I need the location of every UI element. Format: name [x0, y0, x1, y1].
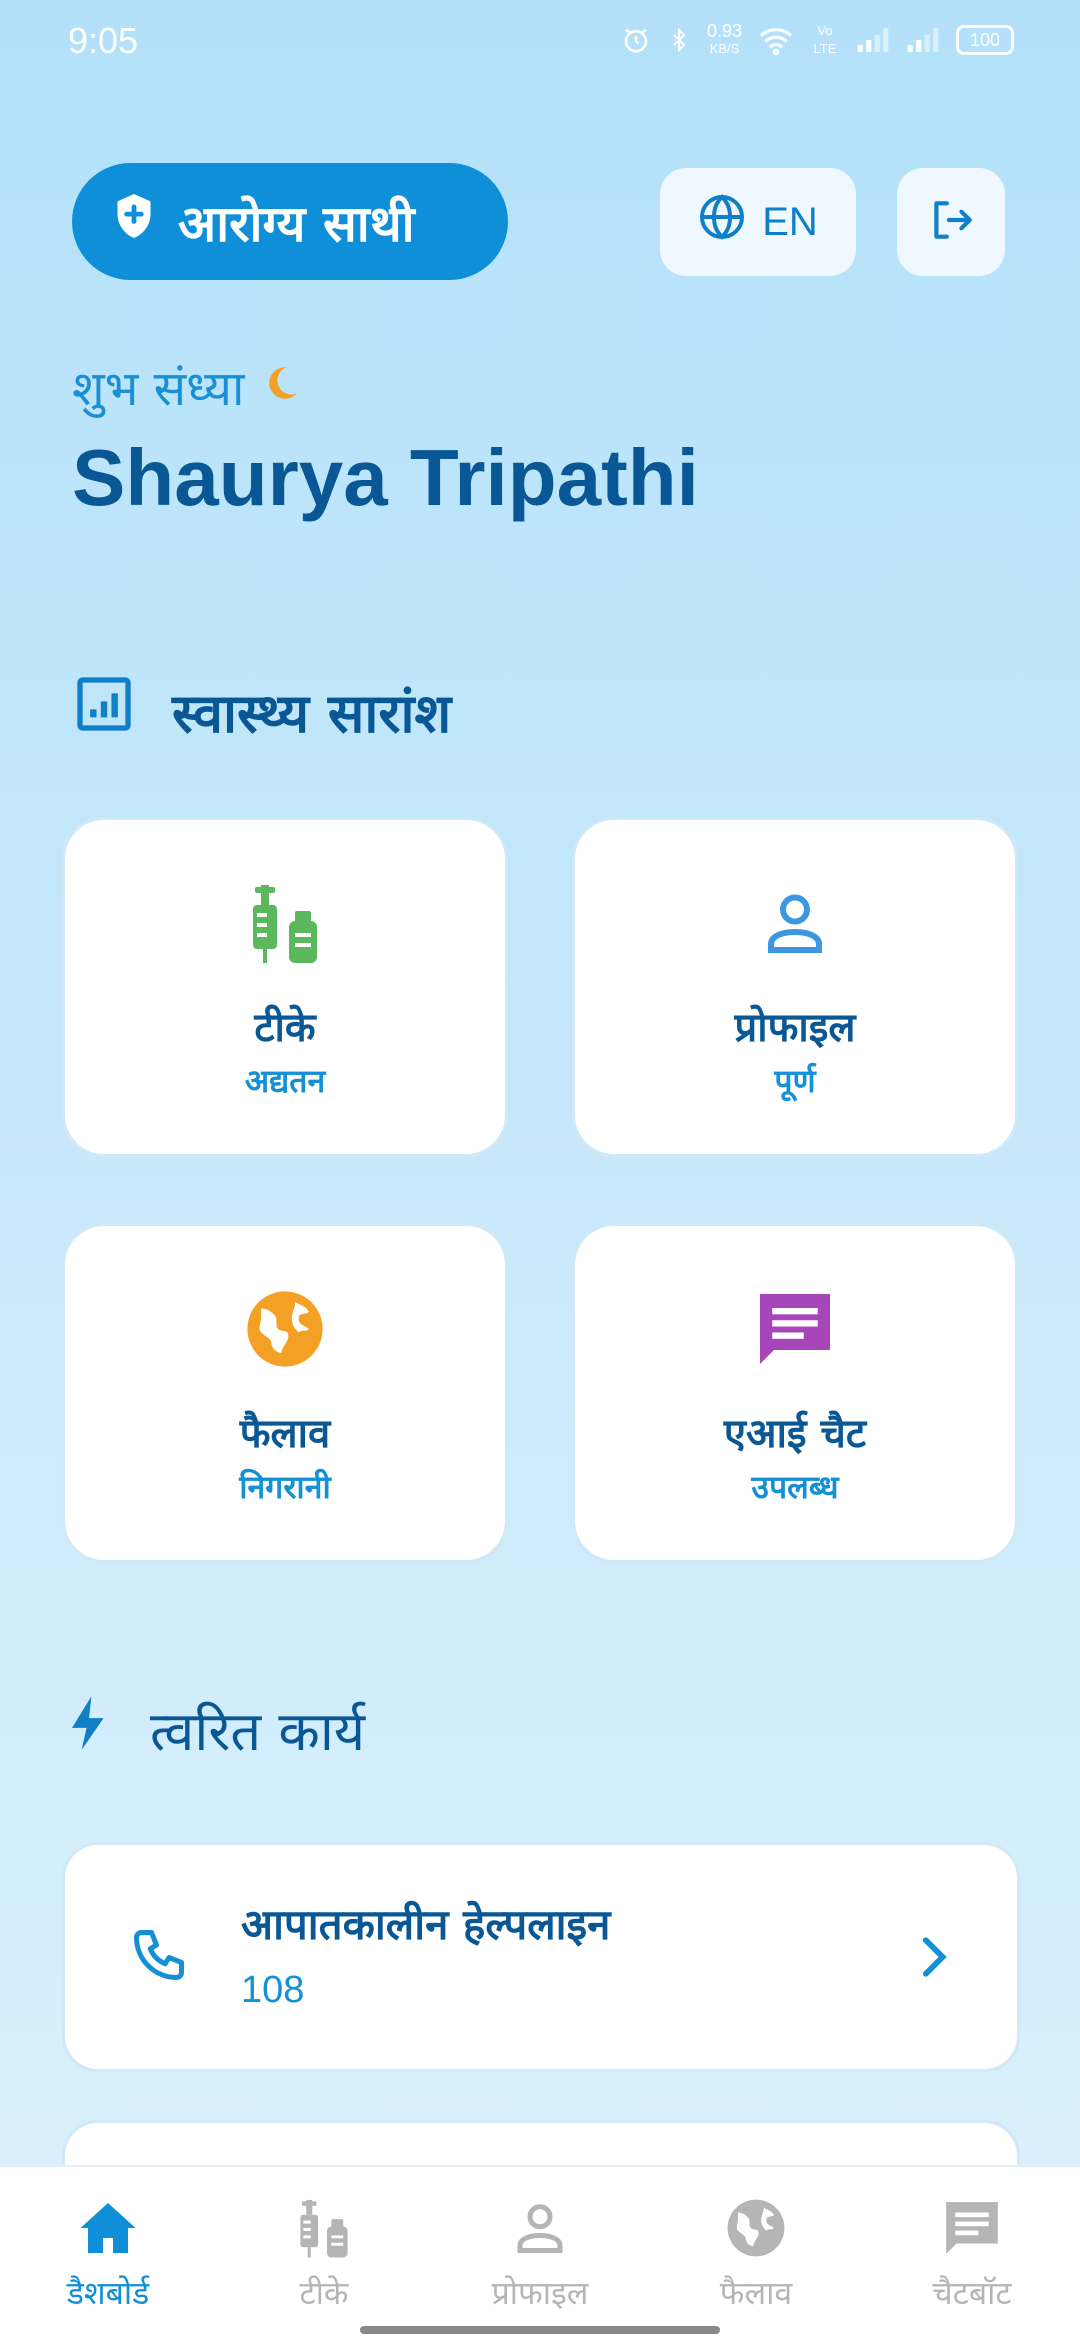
quick-actions-title: त्वरित कार्य [150, 1700, 366, 1763]
vaccine-icon [294, 2195, 354, 2261]
logout-button[interactable] [897, 168, 1005, 276]
nav-profile[interactable]: प्रोफाइल [432, 2167, 648, 2340]
ai-chat-card-status: उपलब्ध [751, 1468, 839, 1506]
bolt-icon [72, 1695, 106, 1763]
chevron-right-icon [913, 1933, 953, 1985]
chart-icon [72, 672, 136, 749]
shield-icon [112, 192, 156, 252]
vaccines-card-status: अद्यतन [244, 1062, 326, 1100]
nav-outbreak-label: फैलाव [719, 2274, 793, 2312]
helpline-title: आपातकालीन हेल्पलाइन [241, 1900, 611, 1949]
home-indicator[interactable] [360, 2326, 720, 2334]
quick-actions-heading: त्वरित कार्य [72, 1692, 365, 1766]
chat-icon [941, 2195, 1003, 2261]
phone-icon [129, 1925, 189, 1989]
user-name: Shaurya Tripathi [72, 433, 699, 522]
emergency-helpline-card[interactable]: आपातकालीन हेल्पलाइन 108 [62, 1842, 1020, 2072]
net-speed-unit: KB/S [709, 41, 740, 56]
status-bar: 9:05 0.93 KB/S Vo LTE 100 [0, 0, 1080, 80]
nav-vaccines[interactable]: टीके [216, 2167, 432, 2340]
greeting-text: शुभ संध्या [72, 361, 245, 417]
health-summary-heading: स्वास्थ्य सारांश [72, 672, 451, 749]
battery-indicator: 100 [956, 25, 1014, 55]
outbreak-card[interactable]: फैलाव निगरानी [62, 1223, 508, 1563]
profile-card[interactable]: प्रोफाइल पूर्ण [572, 817, 1018, 1157]
nav-dashboard-label: डैशबोर्ड [66, 2274, 150, 2312]
net-speed: 0.93 KB/S [707, 22, 742, 58]
greeting: शुभ संध्या [72, 355, 302, 420]
vaccine-icon [245, 878, 325, 968]
nav-dashboard[interactable]: डैशबोर्ड [0, 2167, 216, 2340]
status-time: 9:05 [68, 20, 139, 61]
language-label: EN [762, 199, 818, 244]
globe-icon [244, 1284, 326, 1374]
bluetooth-icon [667, 25, 691, 55]
profile-card-title: प्रोफाइल [734, 1005, 856, 1051]
vaccines-card-title: टीके [254, 1005, 316, 1051]
vaccines-card[interactable]: टीके अद्यतन [62, 817, 508, 1157]
home-icon [78, 2195, 138, 2261]
volte-label: Vo LTE [813, 23, 837, 56]
profile-card-status: पूर्ण [774, 1062, 816, 1100]
logout-icon [926, 195, 976, 249]
chat-icon [753, 1284, 837, 1374]
moon-icon [260, 360, 302, 416]
nav-chatbot-label: चैटबॉट [932, 2274, 1012, 2312]
brand-name: आरोग्य साथी [178, 194, 415, 253]
bottom-navigation: डैशबोर्ड टीके प्रोफाइल फैलाव चैटबॉट [0, 2165, 1080, 2340]
globe-icon [698, 193, 746, 251]
signal-icon [856, 26, 890, 54]
status-icons: 0.93 KB/S Vo LTE 100 [621, 22, 1014, 58]
nav-vaccines-label: टीके [299, 2274, 349, 2312]
ai-chat-card-title: एआई चैट [723, 1411, 867, 1457]
brand-badge[interactable]: आरोग्य साथी [72, 163, 508, 280]
nav-outbreak[interactable]: फैलाव [648, 2167, 864, 2340]
helpline-number: 108 [241, 1969, 305, 2011]
outbreak-card-title: फैलाव [239, 1411, 331, 1457]
language-button[interactable]: EN [660, 168, 856, 276]
person-icon [759, 878, 831, 968]
globe-icon [725, 2195, 787, 2261]
wifi-icon [758, 25, 794, 55]
outbreak-card-status: निगरानी [239, 1468, 331, 1506]
signal-icon-2 [906, 26, 940, 54]
ai-chat-card[interactable]: एआई चैट उपलब्ध [572, 1223, 1018, 1563]
nav-chatbot[interactable]: चैटबॉट [864, 2167, 1080, 2340]
person-icon [510, 2195, 570, 2261]
alarm-icon [621, 25, 651, 55]
nav-profile-label: प्रोफाइल [491, 2274, 589, 2312]
health-summary-title: स्वास्थ्य सारांश [172, 681, 452, 745]
net-speed-value: 0.93 [706, 21, 742, 41]
